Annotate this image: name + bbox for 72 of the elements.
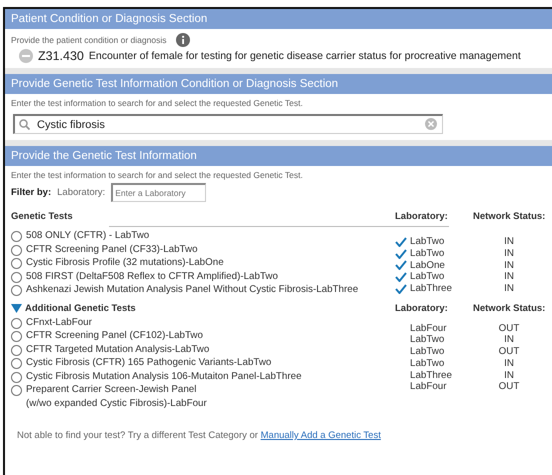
section-header: Provide the Genetic Test Information [5, 146, 552, 166]
check-icon [395, 248, 407, 259]
radio-button[interactable] [11, 358, 22, 369]
test-name: CFnxt-LabFour [26, 316, 92, 329]
laboratory-name: LabThree [410, 370, 452, 382]
radio-button[interactable] [11, 318, 22, 328]
test-name: CFTR Targeted Mutation Analysis-LabTwo [26, 342, 210, 356]
laboratory-field[interactable]: Enter a Laboratory [111, 183, 206, 202]
laboratory-name: LabTwo [410, 334, 444, 346]
radio-button[interactable] [11, 285, 22, 296]
network-status: IN [503, 271, 515, 284]
network-status: IN [503, 334, 515, 346]
laboratory-name: LabFour [410, 322, 446, 334]
column-header: Laboratory: [395, 211, 449, 222]
laboratory-name: LabTwo [410, 358, 444, 370]
network-status: IN [503, 236, 515, 248]
network-status: IN [503, 370, 515, 382]
group-title: Additional Genetic Tests [25, 302, 136, 314]
test-name: Cystic Fibrosis (CFTR) 165 Pathogenic Variants-LabTwo [26, 356, 272, 370]
radio-button[interactable] [11, 331, 22, 342]
hint-text: Provide the patient condition or diagnosis [11, 35, 166, 45]
radio-button[interactable] [11, 272, 22, 282]
column-header: Network Status: [473, 302, 546, 314]
test-name: 508 ONLY (CFTR) - LabTwo [26, 229, 150, 242]
network-status: OUT [498, 381, 520, 394]
radio-button[interactable] [11, 258, 22, 269]
laboratory-name: LabTwo [410, 271, 444, 284]
laboratory-name: LabFour [410, 381, 446, 394]
laboratory-name: LabThree [410, 283, 452, 295]
info-icon[interactable] [176, 33, 190, 47]
check-icon [395, 236, 407, 247]
section-header: Patient Condition or Diagnosis Section [5, 9, 552, 29]
check-icon [395, 284, 407, 294]
network-status: IN [503, 358, 515, 370]
network-status: OUT [498, 346, 520, 358]
diagnosis-code: Z31.430 [38, 49, 84, 63]
network-status: IN [503, 260, 515, 272]
filter-label: Filter by: [11, 187, 52, 198]
laboratory-name: LabOne [410, 260, 445, 272]
check-icon [395, 260, 407, 270]
test-name: Cystic Fibrosis Profile (32 mutations)-LabOne [26, 256, 224, 270]
test-name: Preparent Carrier Screen-Jewish Panel (w/wo expanded Cystic Fibrosis)-LabFour [26, 383, 207, 410]
test-name: 508 FIRST (DeltaF508 Reflex to CFTR Amplified)-LabTwo [26, 270, 278, 283]
search-field[interactable]: Cystic fibrosis [13, 114, 443, 134]
collapse-triangle-icon[interactable] [11, 304, 22, 312]
radio-button[interactable] [11, 385, 22, 396]
test-name: Cystic Fibrosis Mutation Analysis 106-Mutaiton Panel-LabThree [26, 370, 302, 383]
group-title: Genetic Tests [11, 211, 73, 222]
column-header: Laboratory: [395, 302, 449, 314]
hint-text: Enter the test information to search for and select the requested Genetic Test. [11, 98, 303, 108]
radio-button[interactable] [11, 231, 22, 242]
footer-text: Not able to find your test? Try a different Test Category or [17, 430, 259, 441]
check-icon [395, 272, 407, 282]
test-name: CFTR Screening Panel (CF33)-LabTwo [26, 242, 198, 256]
laboratory-name: LabTwo [410, 236, 444, 248]
network-status: IN [503, 283, 515, 295]
diagnosis-description: Encounter of female for testing for genetic disease carrier status for procreative management [88, 50, 521, 62]
section-header: Provide Genetic Test Information Condition or Diagnosis Section [5, 74, 552, 94]
radio-button[interactable] [11, 372, 22, 382]
laboratory-name: LabTwo [410, 346, 444, 358]
column-header: Network Status: [473, 211, 546, 222]
test-name: Ashkenazi Jewish Mutation Analysis Panel Without Cystic Fibrosis-LabThree [26, 283, 358, 296]
radio-button[interactable] [11, 344, 22, 356]
search-icon [19, 119, 30, 130]
add-test-link[interactable]: Manually Add a Genetic Test [260, 430, 381, 441]
network-status: OUT [498, 322, 520, 334]
hint-text: Enter the test information to search for and select the requested Genetic Test. [11, 170, 303, 180]
laboratory-label: Laboratory: [57, 187, 106, 198]
laboratory-name: LabTwo [410, 248, 444, 260]
network-status: IN [503, 248, 515, 260]
radio-button[interactable] [11, 244, 22, 256]
test-name: CFTR Screening Panel (CF102)-LabTwo [26, 329, 203, 342]
